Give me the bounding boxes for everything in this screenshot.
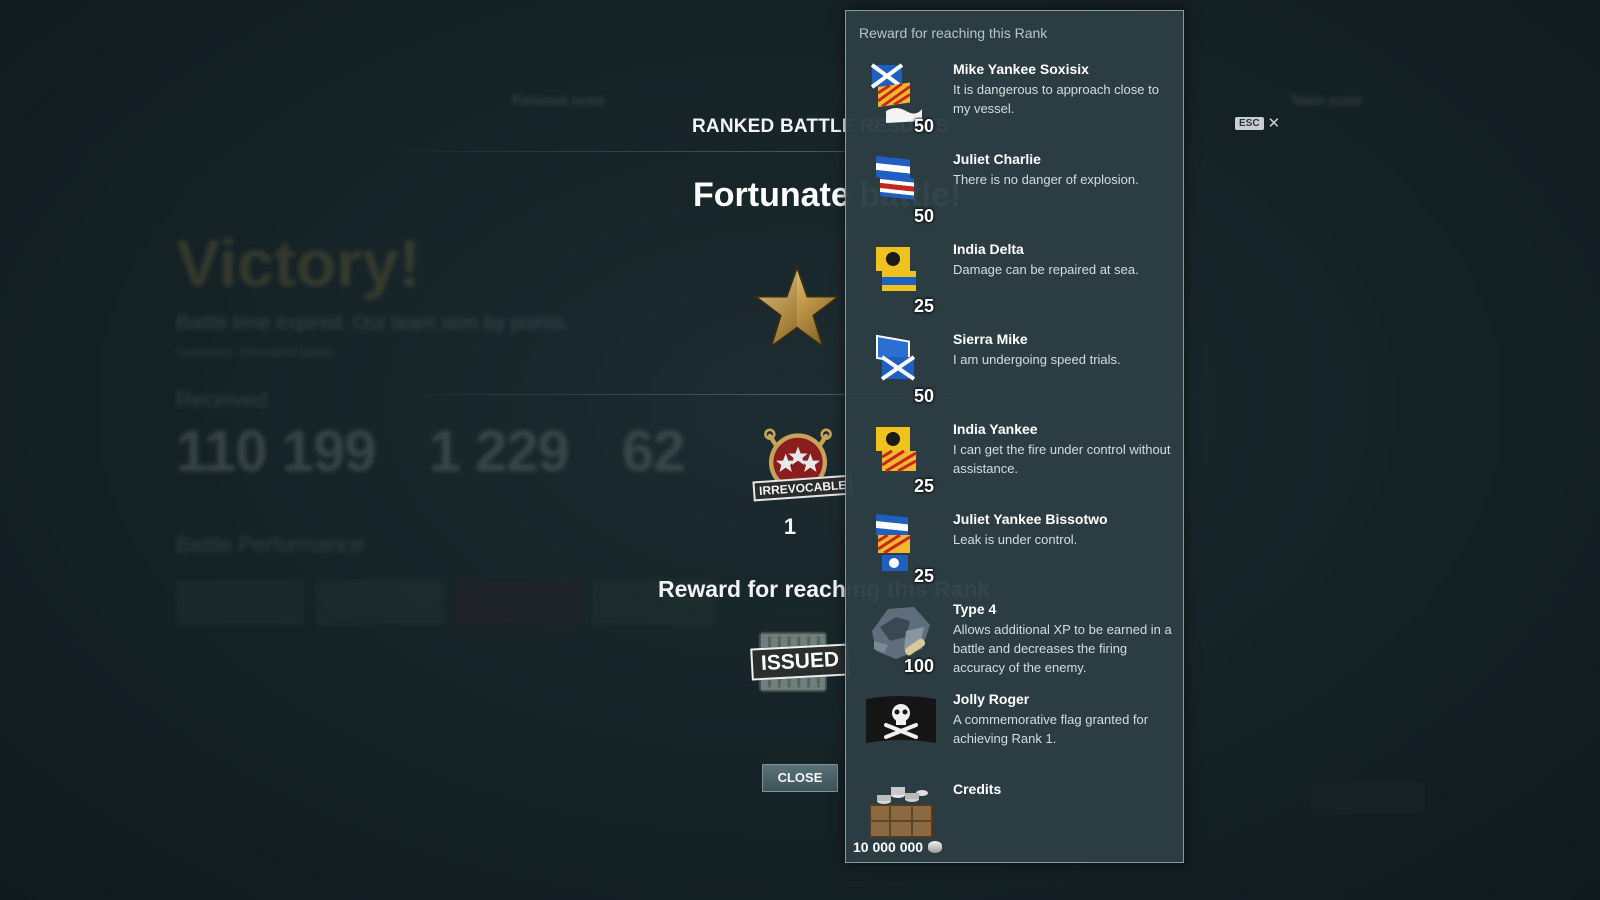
issued-stamp: ISSUED <box>750 643 850 681</box>
item-name: India Yankee <box>953 421 1038 437</box>
item-description: Leak is under control. <box>953 532 1078 547</box>
item-description: I can get the fire under control without… <box>953 442 1171 476</box>
camouflage-type-4-icon: 100 <box>866 601 936 676</box>
item-description: It is dangerous to approach close to my … <box>953 82 1159 116</box>
credits-amount: 10 000 000 <box>853 839 943 855</box>
reward-item: 50 Mike Yankee Soxisix It is dangerous t… <box>846 61 1185 149</box>
rank-number: 1 <box>783 514 797 539</box>
item-name: India Delta <box>953 241 1024 257</box>
item-description: Allows additional XP to be earned in a b… <box>953 622 1172 675</box>
item-quantity: 50 <box>913 116 934 136</box>
rewards-panel-title: Reward for reaching this Rank <box>859 25 1048 41</box>
item-quantity: 25 <box>913 296 934 316</box>
item-quantity: 25 <box>913 566 934 586</box>
flag-india-yankee-icon: 25 <box>866 421 936 496</box>
item-quantity: 25 <box>913 476 934 496</box>
reward-item: Jolly Roger A commemorative flag granted… <box>846 691 1185 779</box>
flag-india-delta-icon: 25 <box>866 241 936 316</box>
flag-jolly-roger-icon <box>866 691 936 761</box>
item-quantity: 50 <box>913 206 934 226</box>
item-description: A commemorative flag granted for achievi… <box>953 712 1149 746</box>
rank-rewards-tooltip: Reward for reaching this Rank 50 Mike Ya… <box>845 10 1184 863</box>
flag-sierra-mike-icon: 50 <box>866 331 936 406</box>
item-quantity: 50 <box>913 386 934 406</box>
item-name: Mike Yankee Soxisix <box>953 61 1089 77</box>
credits-coin-icon <box>928 841 943 853</box>
close-icon[interactable]: ✕ <box>1268 114 1281 132</box>
reward-item: 25 India Delta Damage can be repaired at… <box>846 241 1185 329</box>
item-description: There is no danger of explosion. <box>953 172 1139 187</box>
reward-item: 25 India Yankee I can get the fire under… <box>846 421 1185 509</box>
item-description: I am undergoing speed trials. <box>953 352 1121 367</box>
rank-star-icon <box>754 264 840 349</box>
reward-item: 50 Juliet Charlie There is no danger of … <box>846 151 1185 239</box>
item-quantity: 100 <box>903 656 934 676</box>
item-name: Juliet Charlie <box>953 151 1041 167</box>
item-name: Credits <box>953 781 1002 797</box>
credits-amount-value: 10 000 000 <box>853 839 924 855</box>
esc-key-badge: ESC <box>1235 116 1264 130</box>
item-description: Damage can be repaired at sea. <box>953 262 1139 277</box>
item-name: Sierra Mike <box>953 331 1028 347</box>
close-dialog-control[interactable]: ESC ✕ <box>1235 114 1280 132</box>
reward-item: 25 Juliet Yankee Bissotwo Leak is under … <box>846 511 1185 599</box>
item-name: Jolly Roger <box>953 691 1030 707</box>
flag-mike-yankee-soxisix-icon: 50 <box>866 61 936 136</box>
reward-item: 50 Sierra Mike I am undergoing speed tri… <box>846 331 1185 419</box>
reward-item: 100 Type 4 Allows additional XP to be ea… <box>846 601 1185 689</box>
close-button[interactable]: CLOSE <box>762 764 838 792</box>
item-name: Juliet Yankee Bissotwo <box>953 511 1108 527</box>
flag-juliet-charlie-icon: 50 <box>866 151 936 226</box>
flag-juliet-yankee-bissotwo-icon: 25 <box>866 511 936 586</box>
reward-item: Credits <box>846 781 1185 869</box>
item-name: Type 4 <box>953 601 997 617</box>
